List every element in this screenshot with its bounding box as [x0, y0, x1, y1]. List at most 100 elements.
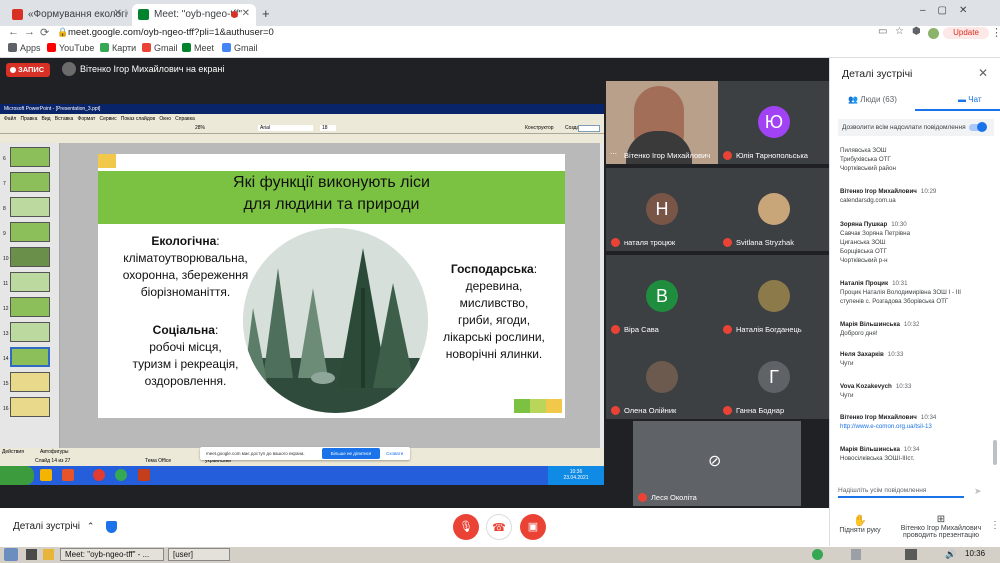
tab-chat-label: Чат — [968, 95, 982, 104]
mic-off-icon — [638, 493, 647, 502]
participant-tile-self[interactable]: ⊘ Леся Околіта — [633, 421, 801, 506]
participant-tile[interactable]: Ю Юлія Тарнопольська — [718, 81, 830, 164]
tray-icon[interactable] — [851, 549, 861, 560]
meet-control-bar — [0, 508, 829, 546]
window-controls[interactable]: –▢✕ — [920, 5, 979, 16]
close-tab-icon[interactable]: ✕ — [242, 8, 250, 19]
chat-message: Вітенко Ігор Михайлович 10:29 calendarsdg… — [840, 187, 990, 205]
participant-avatar: Ю — [758, 106, 790, 138]
participant-name: наталя троцюк — [624, 238, 676, 247]
allow-messages-toggle[interactable] — [969, 122, 987, 132]
chrome-tray-icon[interactable] — [812, 549, 823, 560]
forward-icon[interactable]: → — [24, 26, 35, 38]
xp-taskbar — [0, 466, 604, 485]
close-tab-icon[interactable]: ✕ — [114, 8, 122, 19]
allow-messages-label: Дозволити всім надсилати повідомлення — [842, 124, 966, 131]
profile-avatar[interactable] — [928, 28, 939, 39]
send-icon[interactable]: ➤ — [974, 486, 982, 497]
eco-block: Екологічна: кліматоутворювальна, охоронн… — [108, 233, 263, 301]
tab-meet[interactable]: Meet: "oyb-ngeo-tff" ✕ — [132, 4, 256, 26]
ppt-autoshapes: Автофигуры — [40, 449, 69, 455]
eco-heading: Екологічна — [151, 234, 217, 248]
update-button[interactable]: Update — [943, 27, 989, 39]
chat-icon: ▬ — [958, 95, 966, 104]
presenting-name: Вітенко Ігор Михайлович — [900, 525, 982, 532]
camera-icon[interactable]: ▭ — [878, 26, 887, 37]
leave-call-button[interactable]: ☎ — [486, 514, 512, 540]
chat-message: Зоряна Пушкар 10:30 Савчак Зоряна Петрівн… — [840, 220, 990, 265]
os-task-browser[interactable]: Meet: "oyb-ngeo-tff" - ... — [60, 548, 164, 561]
economic-line: лікарські рослини, — [443, 330, 545, 344]
bookmark-apps[interactable]: Apps — [8, 43, 41, 53]
close-icon[interactable]: ✕ — [978, 66, 988, 80]
economic-block: Господарська: деревина, мисливство, гриб… — [426, 261, 562, 363]
bookmark-label: Карти — [112, 43, 137, 53]
participant-tile[interactable]: Н наталя троцюк — [606, 168, 718, 251]
more-options-icon[interactable]: ⋮ — [990, 520, 1000, 531]
participant-avatar: В — [646, 280, 678, 312]
chat-message-line: Чортківський район — [840, 165, 896, 172]
meeting-details-button[interactable]: Деталі зустрічі ⌃ — [13, 521, 94, 532]
bookmark-maps[interactable]: Карти — [100, 43, 136, 53]
chat-link[interactable]: http://www.e-comon.org.ua/tsil-13 — [840, 423, 932, 430]
eco-line: кліматоутворювальна, — [123, 251, 248, 265]
eco-line: охоронна, збереження — [122, 268, 249, 282]
menu-kebab-icon[interactable]: ⋮ — [991, 26, 1000, 39]
hangup-icon: ☎ — [492, 522, 506, 534]
participant-name: Svitlana Stryzhak — [736, 238, 794, 247]
participant-name: Юлія Тарнопольська — [736, 151, 808, 160]
camera-toggle-button[interactable]: ▣ — [520, 514, 546, 540]
tab-gmail[interactable]: «Формування екологічн ✕ — [6, 4, 128, 26]
meet-favicon-icon — [138, 9, 149, 20]
os-start-icon[interactable] — [4, 548, 18, 561]
mic-toggle-button[interactable]: 🎙 — [453, 514, 479, 540]
chat-message-line: Чути — [840, 360, 854, 367]
slide-accent-square — [530, 399, 546, 413]
mic-off-icon — [723, 325, 732, 334]
star-icon[interactable]: ☆ — [895, 26, 904, 37]
url-field[interactable]: meet.google.com/oyb-ngeo-tff?pli=1&authu… — [68, 27, 274, 38]
participant-tile[interactable]: Svitlana Stryzhak — [718, 168, 830, 251]
chat-sender: Наталія Процик — [840, 280, 889, 287]
bookmark-gmail[interactable]: Gmail — [142, 43, 178, 53]
chat-message-line: Доброго дня! — [840, 330, 878, 337]
participant-tile[interactable]: Олена Олійник — [606, 336, 718, 419]
participant-tile[interactable]: В Віра Сава — [606, 255, 718, 338]
bookmark-meet[interactable]: Meet — [182, 43, 214, 53]
chat-message-line: Циганська ЗОШ — [840, 239, 886, 246]
chat-message: Вітенко Ігор Михайлович 10:34 http://www.… — [840, 413, 990, 431]
chat-scrollbar[interactable] — [993, 440, 997, 465]
participant-tile[interactable]: Г Ганна Боднар — [718, 336, 830, 419]
terminal-icon[interactable] — [26, 549, 37, 560]
reload-icon[interactable]: ⟳ — [40, 26, 49, 39]
tab-chat[interactable]: ▬ Чат — [958, 95, 982, 104]
participant-name: Віра Сава — [624, 325, 659, 334]
new-tab-button[interactable]: + — [262, 6, 270, 21]
tab-people[interactable]: 👥 Люди (63) — [848, 95, 897, 104]
volume-icon[interactable]: 🔊 — [945, 549, 956, 560]
presentation-button[interactable]: ⊞ Вітенко Ігор Михайлович проводить през… — [886, 514, 996, 539]
presenter-avatar — [62, 62, 76, 76]
bookmark-label: Meet — [194, 43, 215, 53]
panel-title: Деталі зустрічі — [842, 68, 913, 80]
mic-off-icon — [723, 238, 732, 247]
participant-tile[interactable]: Наталія Богданець — [718, 255, 830, 338]
slide-thumbnail — [10, 297, 50, 317]
raise-hand-button[interactable]: ✋ Підняти руку — [838, 514, 882, 534]
extension-icon[interactable]: ⬢ — [912, 26, 921, 37]
bookmark-label: Gmail — [234, 43, 258, 53]
back-icon[interactable]: ← — [8, 26, 19, 38]
chat-time: 10:30 — [891, 221, 907, 228]
forest-illustration — [243, 228, 428, 413]
bookmark-youtube[interactable]: YouTube — [47, 43, 94, 53]
recording-dot-icon — [231, 11, 238, 18]
chat-input[interactable]: Надішліть усім повідомлення — [838, 484, 964, 498]
files-icon[interactable] — [43, 549, 54, 560]
bookmark-google-gmail[interactable]: Gmail — [222, 43, 258, 53]
os-task-folder[interactable]: [user] — [168, 548, 230, 561]
participant-tile[interactable]: ⋯ Вітенко Ігор Михайлович — [606, 81, 718, 164]
shield-icon[interactable] — [106, 521, 117, 533]
lock-icon: 🔒 — [57, 27, 69, 37]
social-heading: Соціальна — [152, 323, 215, 337]
network-icon[interactable] — [905, 549, 917, 560]
